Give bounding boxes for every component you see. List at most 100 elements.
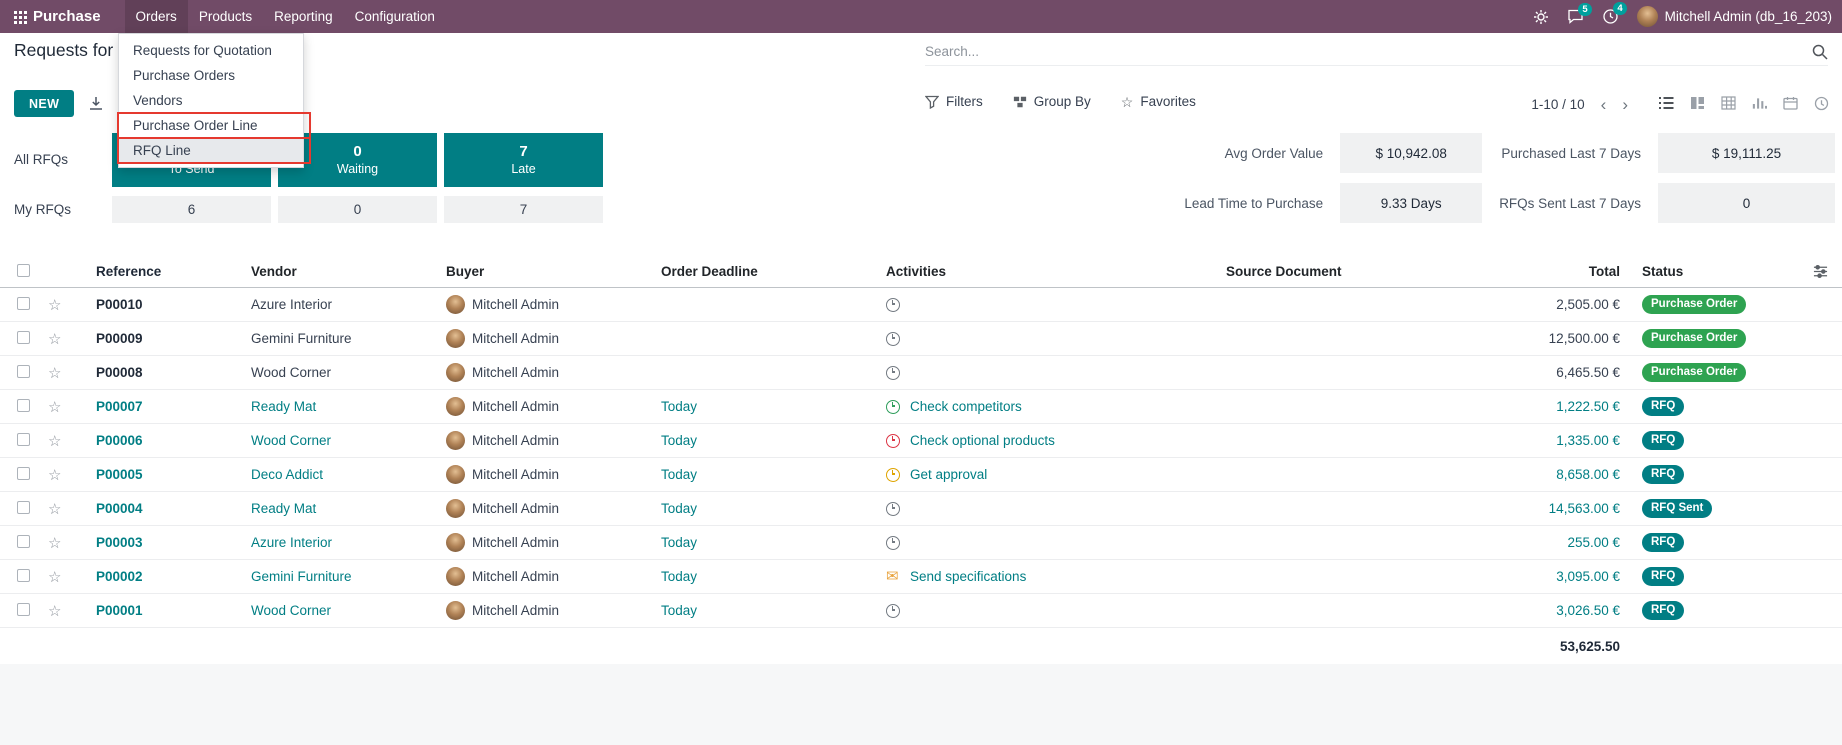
col-status[interactable]: Status (1630, 264, 1800, 279)
pivot-view-icon[interactable] (1717, 92, 1739, 114)
dropdown-menu-item[interactable]: Requests for Quotation (119, 38, 303, 63)
kpi-my-box[interactable]: 7 (444, 196, 603, 223)
favorite-star-icon[interactable] (48, 398, 61, 416)
calendar-view-icon[interactable] (1779, 92, 1801, 114)
cell-reference[interactable]: P00009 (82, 331, 245, 346)
cell-reference[interactable]: P00008 (82, 365, 245, 380)
stat-value[interactable]: $ 19,111.25 (1658, 133, 1835, 173)
kanban-view-icon[interactable] (1686, 92, 1708, 114)
table-row[interactable]: P00010 Azure Interior Mitchell Admin 2,5… (0, 288, 1842, 322)
row-checkbox[interactable] (17, 331, 30, 344)
row-checkbox[interactable] (17, 399, 30, 412)
cell-reference[interactable]: P00007 (82, 399, 245, 414)
col-source-document[interactable]: Source Document (1220, 264, 1470, 279)
activity-summary-link[interactable]: Send specifications (910, 569, 1026, 584)
cell-reference[interactable]: P00004 (82, 501, 245, 516)
messages-icon[interactable]: 5 (1567, 9, 1584, 25)
kpi-my-box[interactable]: 6 (112, 196, 271, 223)
stat-value[interactable]: 0 (1658, 183, 1835, 223)
dropdown-menu-item[interactable]: Purchase Orders (119, 63, 303, 88)
favorites-button[interactable]: ☆ Favorites (1121, 94, 1196, 109)
group-by-button[interactable]: Group By (1013, 94, 1091, 109)
cell-reference[interactable]: P00010 (82, 297, 245, 312)
table-row[interactable]: P00004 Ready Mat Mitchell Admin Today 14… (0, 492, 1842, 526)
col-order-deadline[interactable]: Order Deadline (655, 264, 880, 279)
list-view-icon[interactable] (1655, 92, 1677, 114)
activities-clock-icon[interactable]: 4 (1602, 8, 1619, 25)
select-all-checkbox[interactable] (17, 264, 30, 277)
favorite-star-icon[interactable] (48, 534, 61, 552)
activity-summary-link[interactable]: Check optional products (910, 433, 1055, 448)
table-row[interactable]: P00009 Gemini Furniture Mitchell Admin 1… (0, 322, 1842, 356)
row-checkbox[interactable] (17, 297, 30, 310)
table-row[interactable]: P00006 Wood Corner Mitchell Admin Today … (0, 424, 1842, 458)
activity-clock-icon[interactable] (886, 332, 902, 346)
kpi-my-box[interactable]: 0 (278, 196, 437, 223)
kpi-box[interactable]: 7 Late (444, 133, 603, 187)
topbar-menu-item[interactable]: Configuration (344, 0, 446, 33)
pager-previous-icon[interactable]: ‹ (1601, 96, 1607, 113)
col-reference[interactable]: Reference (82, 264, 245, 279)
filters-button[interactable]: Filters (925, 94, 983, 109)
search-icon[interactable] (1812, 44, 1828, 60)
activity-summary-link[interactable]: Get approval (910, 467, 987, 482)
table-row[interactable]: P00001 Wood Corner Mitchell Admin Today … (0, 594, 1842, 628)
row-checkbox[interactable] (17, 569, 30, 582)
activity-view-icon[interactable] (1810, 92, 1832, 114)
row-checkbox[interactable] (17, 433, 30, 446)
row-checkbox[interactable] (17, 535, 30, 548)
stat-value[interactable]: $ 10,942.08 (1340, 133, 1482, 173)
favorite-star-icon[interactable] (48, 330, 61, 348)
col-vendor[interactable]: Vendor (245, 264, 440, 279)
topbar-menu-item[interactable]: Reporting (263, 0, 344, 33)
table-row[interactable]: P00003 Azure Interior Mitchell Admin Tod… (0, 526, 1842, 560)
favorite-star-icon[interactable] (48, 568, 61, 586)
activity-summary-link[interactable]: Check competitors (910, 399, 1022, 414)
dropdown-menu-item[interactable]: Vendors (119, 88, 303, 113)
row-checkbox[interactable] (17, 467, 30, 480)
favorite-star-icon[interactable] (48, 296, 61, 314)
cell-reference[interactable]: P00001 (82, 603, 245, 618)
cell-reference[interactable]: P00002 (82, 569, 245, 584)
export-download-icon[interactable] (88, 96, 104, 111)
favorite-star-icon[interactable] (48, 466, 61, 484)
favorite-star-icon[interactable] (48, 432, 61, 450)
col-total[interactable]: Total (1470, 264, 1630, 279)
activity-clock-icon[interactable] (886, 366, 902, 380)
col-buyer[interactable]: Buyer (440, 264, 655, 279)
row-checkbox[interactable] (17, 365, 30, 378)
stat-value[interactable]: 9.33 Days (1340, 183, 1482, 223)
dropdown-menu-item[interactable]: Purchase Order Line (119, 113, 303, 138)
table-row[interactable]: P00005 Deco Addict Mitchell Admin Today … (0, 458, 1842, 492)
activity-clock-icon[interactable] (886, 502, 902, 516)
table-row[interactable]: P00002 Gemini Furniture Mitchell Admin T… (0, 560, 1842, 594)
activity-clock-icon[interactable] (886, 569, 902, 584)
favorite-star-icon[interactable] (48, 602, 61, 620)
topbar-menu-item[interactable]: Orders (125, 0, 188, 33)
row-checkbox[interactable] (17, 603, 30, 616)
favorite-star-icon[interactable] (48, 364, 61, 382)
pager-next-icon[interactable]: › (1622, 96, 1628, 113)
row-checkbox[interactable] (17, 501, 30, 514)
activity-clock-icon[interactable] (886, 468, 902, 482)
search-input[interactable] (925, 44, 1812, 59)
col-activities[interactable]: Activities (880, 264, 1220, 279)
graph-view-icon[interactable] (1748, 92, 1770, 114)
activity-clock-icon[interactable] (886, 298, 902, 312)
app-name[interactable]: Purchase (33, 8, 101, 25)
table-row[interactable]: P00007 Ready Mat Mitchell Admin Today Ch… (0, 390, 1842, 424)
activity-clock-icon[interactable] (886, 400, 902, 414)
dropdown-menu-item[interactable]: RFQ Line (119, 138, 303, 163)
user-menu[interactable]: Mitchell Admin (db_16_203) (1637, 6, 1832, 27)
activity-clock-icon[interactable] (886, 536, 902, 550)
gear-icon[interactable] (1533, 9, 1549, 25)
cell-reference[interactable]: P00003 (82, 535, 245, 550)
new-button[interactable]: NEW (14, 90, 74, 117)
cell-reference[interactable]: P00005 (82, 467, 245, 482)
activity-clock-icon[interactable] (886, 434, 902, 448)
activity-clock-icon[interactable] (886, 604, 902, 618)
cell-reference[interactable]: P00006 (82, 433, 245, 448)
apps-grid-icon[interactable] (14, 11, 17, 14)
topbar-menu-item[interactable]: Products (188, 0, 263, 33)
table-row[interactable]: P00008 Wood Corner Mitchell Admin 6,465.… (0, 356, 1842, 390)
